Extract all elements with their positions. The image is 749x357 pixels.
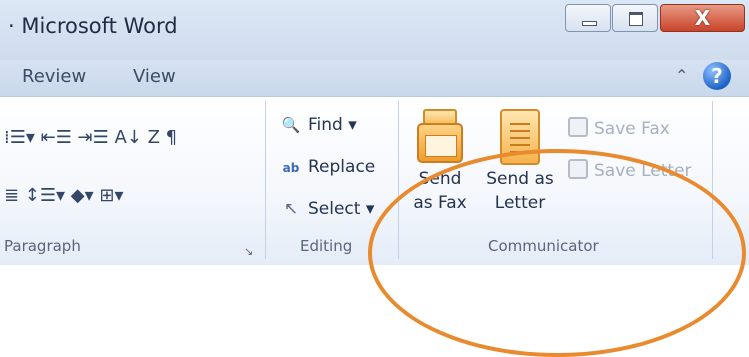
send-letter-label-2: Letter bbox=[494, 193, 546, 213]
maximize-button[interactable] bbox=[612, 4, 658, 32]
group-divider bbox=[398, 101, 399, 259]
replace-icon: ab bbox=[282, 161, 300, 175]
paragraph-row-2[interactable]: ≣ ↕☰▾ ◆▾ ⊞▾ bbox=[4, 185, 124, 206]
paragraph-group-label: Paragraph bbox=[4, 237, 81, 255]
title-bar: · Microsoft Word X bbox=[0, 0, 749, 60]
cursor-arrow-icon: ↖ bbox=[283, 199, 299, 219]
help-icon[interactable]: ? bbox=[703, 62, 731, 90]
fax-printer-icon bbox=[417, 109, 463, 165]
window-title: · Microsoft Word bbox=[8, 14, 178, 38]
select-button[interactable]: ↖ Select ▾ bbox=[280, 199, 375, 219]
save-letter-button[interactable]: Save Letter bbox=[568, 159, 692, 181]
tab-review[interactable]: Review bbox=[22, 66, 86, 87]
paragraph-launcher-icon[interactable]: ↘ bbox=[244, 245, 253, 258]
ribbon-panel: ⁞☰▾ ⇤☰ ⇥☰ A↓ Z ¶ ≣ ↕☰▾ ◆▾ ⊞▾ Paragraph ↘… bbox=[0, 96, 749, 357]
document-icon bbox=[568, 159, 588, 179]
fax-icon bbox=[568, 117, 588, 137]
ribbon-tabs: Review View ⌃ ? bbox=[0, 60, 749, 96]
close-icon: X bbox=[694, 6, 711, 30]
tab-view[interactable]: View bbox=[133, 66, 176, 87]
letter-document-icon bbox=[500, 109, 540, 165]
close-button[interactable]: X bbox=[660, 4, 745, 32]
find-button[interactable]: 🔍 Find ▾ bbox=[280, 115, 357, 135]
minimize-icon bbox=[582, 21, 597, 26]
save-letter-label: Save Letter bbox=[594, 161, 692, 181]
replace-button[interactable]: ab Replace bbox=[280, 157, 376, 177]
save-fax-button[interactable]: Save Fax bbox=[568, 117, 670, 139]
group-divider bbox=[712, 101, 713, 259]
select-label: Select ▾ bbox=[308, 199, 375, 219]
send-letter-label-1: Send as bbox=[486, 169, 554, 189]
maximize-icon bbox=[629, 12, 643, 26]
group-divider bbox=[265, 101, 266, 259]
paragraph-row-1[interactable]: ⁞☰▾ ⇤☰ ⇥☰ A↓ Z ¶ bbox=[4, 127, 177, 148]
send-as-letter-button[interactable]: Send as Letter bbox=[480, 109, 560, 215]
communicator-group-label: Communicator bbox=[488, 237, 599, 255]
minimize-button[interactable] bbox=[565, 4, 611, 32]
save-fax-label: Save Fax bbox=[594, 119, 670, 139]
collapse-ribbon-icon[interactable]: ⌃ bbox=[675, 66, 688, 85]
send-fax-label-1: Send bbox=[418, 169, 462, 189]
send-as-fax-button[interactable]: Send as Fax bbox=[404, 109, 476, 215]
send-fax-label-2: as Fax bbox=[413, 193, 467, 213]
replace-label: Replace bbox=[308, 157, 376, 177]
editing-group-label: Editing bbox=[300, 237, 353, 255]
find-label: Find ▾ bbox=[308, 115, 357, 135]
binoculars-icon: 🔍 bbox=[281, 116, 301, 134]
